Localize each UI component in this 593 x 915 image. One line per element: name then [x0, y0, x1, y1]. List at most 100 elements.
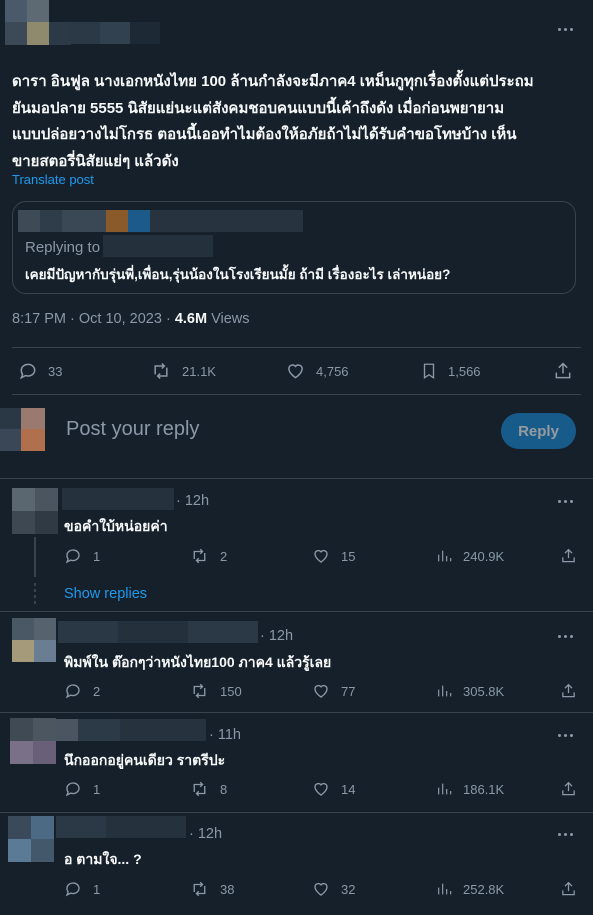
author-avatar[interactable] — [5, 0, 71, 45]
views-count: 240.9K — [463, 548, 505, 564]
repost-count: 8 — [220, 781, 228, 797]
post-meta: 8:17 PM · Oct 10, 2023 · 4.6M Views — [12, 311, 250, 327]
share-icon — [562, 683, 575, 698]
reply-time: · 11h — [209, 727, 241, 743]
avatar[interactable] — [8, 816, 54, 862]
reply-button[interactable]: 1 — [64, 880, 100, 898]
share-icon — [562, 781, 575, 796]
more-icon[interactable] — [555, 728, 575, 742]
views-button[interactable]: 252.8K — [436, 880, 504, 898]
like-button[interactable]: 14 — [312, 780, 355, 798]
share-button[interactable] — [560, 682, 577, 700]
divider — [12, 394, 581, 395]
more-icon[interactable] — [555, 827, 575, 841]
reply-icon — [65, 782, 80, 797]
reply-item[interactable]: · 12h อ ตามใจ... ? — [0, 813, 593, 915]
like-button[interactable]: 77 — [312, 682, 355, 700]
reply-text: ขอคำใบ้หน่อยค่า — [64, 518, 168, 534]
reply-text: อ ตามใจ... ? — [64, 851, 142, 867]
author-name[interactable] — [70, 22, 160, 44]
share-button[interactable] — [553, 361, 573, 381]
share-icon — [562, 881, 575, 896]
views-icon — [438, 883, 452, 895]
views-button[interactable]: 240.9K — [436, 547, 504, 565]
like-count: 14 — [341, 781, 356, 797]
replying-to-label: Replying to — [25, 239, 101, 256]
like-count: 15 — [341, 548, 356, 564]
reply-button[interactable]: 1 — [64, 780, 100, 798]
quoted-text: เคยมีปัญหากับรุ่นพี่,เพื่อน,รุ่นน้องในโร… — [25, 267, 451, 282]
replying-to-handle[interactable] — [103, 235, 213, 257]
reply-author[interactable] — [62, 488, 174, 510]
views-count: 186.1K — [463, 781, 505, 797]
share-button[interactable] — [560, 780, 577, 798]
repost-count: 2 — [220, 548, 228, 564]
heart-icon — [314, 684, 328, 698]
more-icon[interactable] — [555, 22, 575, 36]
reply-icon — [65, 549, 80, 564]
views-label: Views — [207, 311, 250, 327]
views-count: 305.8K — [463, 683, 505, 699]
quoted-post[interactable]: Replying to เคยมีปัญหากับรุ่นพี่,เพื่อน,… — [12, 201, 576, 294]
more-icon[interactable] — [555, 494, 575, 508]
views-button[interactable]: 305.8K — [436, 682, 504, 700]
repost-button[interactable]: 21.1K — [150, 361, 216, 381]
reply-count: 1 — [93, 781, 101, 797]
views-count: 252.8K — [463, 881, 505, 897]
reply-input[interactable]: Post your reply — [66, 418, 199, 441]
share-icon — [555, 362, 571, 379]
repost-count: 150 — [220, 683, 242, 699]
avatar[interactable] — [12, 488, 58, 534]
like-count: 32 — [341, 881, 356, 897]
repost-button[interactable]: 2 — [190, 547, 227, 565]
repost-button[interactable]: 8 — [190, 780, 227, 798]
reply-icon — [19, 363, 36, 380]
reply-text: พิมพ์ใน ต๊อกๆว่าหนังไทย100 ภาค4 แล้วรู้เ… — [64, 654, 332, 670]
views-button[interactable]: 186.1K — [436, 780, 504, 798]
reply-count: 33 — [48, 363, 63, 379]
show-replies-link[interactable]: Show replies — [64, 586, 147, 602]
like-button[interactable]: 15 — [312, 547, 355, 565]
avatar[interactable] — [12, 618, 56, 662]
thread-dots — [34, 583, 36, 605]
reply-button[interactable]: 2 — [64, 682, 100, 700]
heart-icon — [288, 364, 303, 379]
repost-count: 21.1K — [182, 363, 216, 379]
reply-author[interactable] — [56, 816, 186, 838]
reply-button[interactable]: 1 — [64, 547, 100, 565]
heart-icon — [314, 549, 328, 563]
reply-time: · 12h — [176, 493, 210, 509]
repost-button[interactable]: 38 — [190, 880, 234, 898]
repost-button[interactable]: 150 — [190, 682, 242, 700]
repost-count: 38 — [220, 881, 235, 897]
like-button[interactable]: 4,756 — [285, 361, 349, 381]
like-button[interactable]: 32 — [312, 880, 355, 898]
share-button[interactable] — [560, 547, 577, 565]
translate-post-link[interactable]: Translate post — [12, 172, 94, 187]
timestamp[interactable]: 8:17 PM · Oct 10, 2023 · — [12, 311, 175, 327]
views-count: 4.6M — [174, 311, 208, 327]
heart-icon — [314, 882, 328, 896]
views-icon — [438, 550, 452, 562]
reply-button[interactable]: 33 — [18, 361, 62, 381]
post-text: ดารา อินฟูล นางเอกหนังไทย 100 ล้านกำลังจ… — [12, 73, 534, 170]
like-count: 77 — [341, 683, 356, 699]
repost-icon — [154, 362, 168, 380]
reply-time: · 12h — [189, 826, 223, 842]
reply-submit-button[interactable]: Reply — [501, 413, 576, 449]
bookmark-button[interactable]: 1,566 — [420, 361, 481, 381]
avatar[interactable] — [10, 718, 56, 764]
heart-icon — [314, 782, 328, 796]
thread-line — [34, 537, 36, 577]
reply-author[interactable] — [56, 719, 206, 741]
repost-icon — [193, 781, 206, 797]
reply-author[interactable] — [58, 621, 258, 643]
bookmark-count: 1,566 — [448, 363, 481, 379]
more-icon[interactable] — [555, 629, 575, 643]
reply-count: 2 — [93, 683, 101, 699]
views-icon — [438, 685, 452, 697]
reply-icon — [65, 684, 80, 699]
divider — [12, 347, 581, 348]
repost-icon — [193, 683, 206, 699]
share-button[interactable] — [560, 880, 577, 898]
